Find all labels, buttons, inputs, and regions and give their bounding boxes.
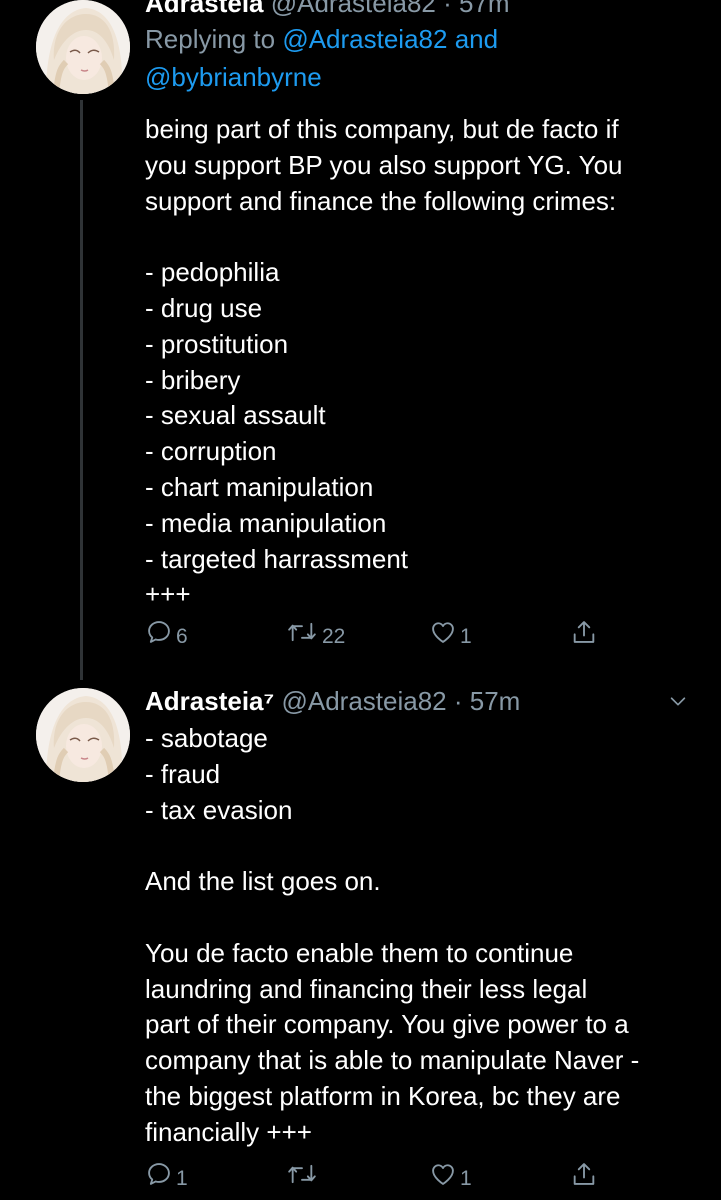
reply-button[interactable]: 1	[145, 1160, 188, 1190]
avatar-illustration	[36, 688, 130, 782]
retweet-count: 22	[322, 625, 346, 648]
tweet1-handle-time[interactable]: @Adrasteia82 · 57m	[271, 0, 510, 18]
share-icon	[573, 1163, 595, 1185]
reply-count: 6	[176, 625, 188, 648]
like-button[interactable]: 1	[429, 618, 472, 648]
share-button[interactable]	[570, 618, 598, 646]
tweet2-menu-button[interactable]	[667, 690, 689, 717]
tweet2-separator: ·	[453, 686, 463, 716]
tweet2-time[interactable]: 57m	[470, 686, 521, 716]
tweet2-header: Adrasteia⁷ @Adrasteia82 · 57m	[145, 685, 705, 717]
reply-icon	[148, 621, 170, 643]
tweet2-handle[interactable]: @Adrasteia82	[281, 686, 446, 716]
replying-prefix: Replying to	[145, 24, 276, 54]
share-button[interactable]	[570, 1160, 598, 1188]
thread-line	[80, 100, 83, 680]
reply-button[interactable]: 6	[145, 618, 188, 648]
retweet-icon	[288, 1164, 316, 1184]
retweet-button[interactable]	[285, 1160, 322, 1188]
tweet2-actions: 1 1	[145, 1160, 615, 1190]
retweet-icon	[288, 622, 316, 642]
tweet1-avatar[interactable]	[36, 0, 130, 94]
tweet1-replying-to: Replying to @Adrasteia82 and @bybrianbyr…	[145, 20, 705, 96]
like-count: 1	[460, 625, 472, 648]
reply-icon	[148, 1163, 170, 1185]
retweet-button[interactable]: 22	[285, 618, 346, 648]
avatar-illustration	[36, 0, 130, 94]
like-icon	[432, 1164, 454, 1185]
chevron-down-icon	[670, 697, 686, 706]
replying-handle-link[interactable]: @bybrianbyrne	[145, 62, 322, 92]
tweet2-text: - sabotage - fraud - tax evasion And the…	[145, 723, 640, 1147]
tweet1-actions: 6 22 1	[145, 618, 615, 648]
tweet2[interactable]: Adrasteia⁷ @Adrasteia82 · 57m - sabotage…	[145, 685, 705, 1151]
tweet1[interactable]: Replying to @Adrasteia82 and @bybrianbyr…	[145, 20, 705, 613]
tweet1-display-name[interactable]: Adrasteia	[145, 0, 264, 18]
like-icon	[432, 622, 454, 643]
tweet1-header: Adrasteia @Adrasteia82 · 57m	[145, 0, 510, 19]
share-icon	[573, 621, 595, 643]
tweet1-text: being part of this company, but de facto…	[145, 114, 623, 610]
tweet2-display-name[interactable]: Adrasteia⁷	[145, 686, 274, 716]
like-count: 1	[460, 1167, 472, 1190]
replying-and: and	[454, 24, 499, 54]
replying-handle-link[interactable]: @Adrasteia82	[282, 24, 447, 54]
like-button[interactable]: 1	[429, 1160, 472, 1190]
tweet2-avatar[interactable]	[36, 688, 130, 782]
reply-count: 1	[176, 1167, 188, 1190]
